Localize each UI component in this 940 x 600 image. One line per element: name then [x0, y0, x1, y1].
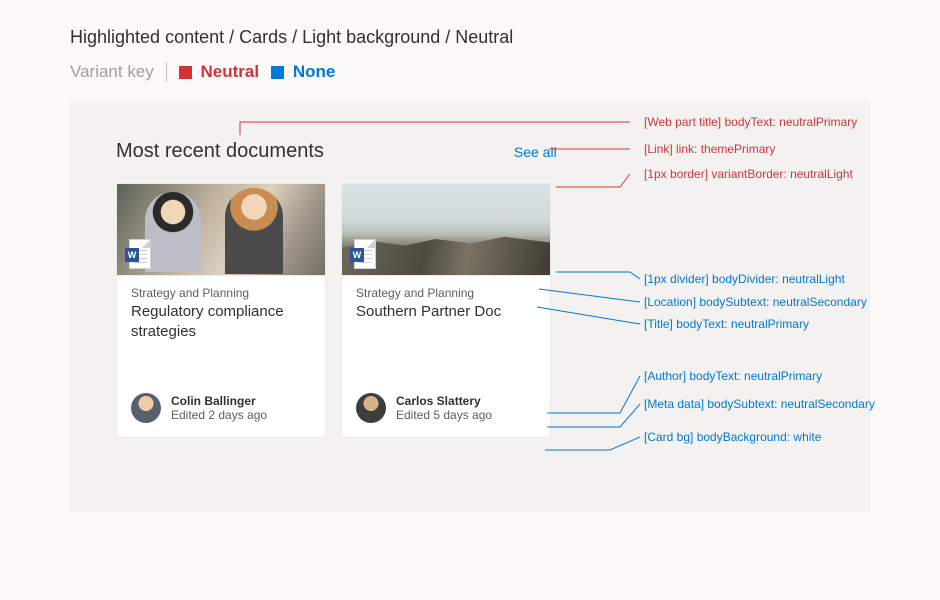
author-name: Carlos Slattery — [396, 394, 492, 408]
legend-none: None — [271, 62, 335, 82]
page-title: Highlighted content / Cards / Light back… — [0, 0, 940, 48]
card-meta: Edited 2 days ago — [171, 408, 267, 422]
author-block: Colin Ballinger Edited 2 days ago — [171, 394, 267, 422]
document-card[interactable]: W Strategy and Planning Southern Partner… — [341, 183, 551, 438]
legend-neutral-label: Neutral — [201, 62, 260, 81]
card-body: Strategy and Planning Southern Partner D… — [342, 276, 550, 393]
legend-neutral: Neutral — [179, 62, 259, 82]
card-title: Southern Partner Doc — [356, 302, 536, 322]
card-body: Strategy and Planning Regulatory complia… — [117, 276, 325, 393]
card-title: Regulatory compliance strategies — [131, 302, 311, 341]
variant-key: Variant key Neutral None — [0, 48, 940, 82]
author-name: Colin Ballinger — [171, 394, 267, 408]
see-all-link[interactable]: See all — [514, 144, 557, 160]
section-header: Most recent documents See all — [116, 140, 870, 163]
card-location: Strategy and Planning — [131, 286, 311, 300]
card-footer: Carlos Slattery Edited 5 days ago — [342, 393, 550, 437]
author-block: Carlos Slattery Edited 5 days ago — [396, 394, 492, 422]
document-card[interactable]: W Strategy and Planning Regulatory compl… — [116, 183, 326, 438]
section-title: Most recent documents — [116, 140, 324, 163]
card-grid: W Strategy and Planning Regulatory compl… — [116, 183, 870, 438]
photo-person-icon — [225, 188, 283, 274]
card-image: W — [342, 184, 550, 276]
photo-person-icon — [145, 192, 201, 272]
swatch-none-icon — [271, 66, 284, 79]
card-image: W — [117, 184, 325, 276]
callout-border: [1px border] variantBorder: neutralLight — [644, 167, 853, 181]
variant-key-divider — [166, 62, 167, 82]
avatar-icon — [131, 393, 161, 423]
card-footer: Colin Ballinger Edited 2 days ago — [117, 393, 325, 437]
preview-panel: Most recent documents See all W Strategy… — [70, 102, 870, 512]
variant-key-label: Variant key — [70, 62, 154, 82]
card-meta: Edited 5 days ago — [396, 408, 492, 422]
word-doc-icon: W — [125, 239, 151, 269]
word-doc-icon: W — [350, 239, 376, 269]
callout-webpart-title: [Web part title] bodyText: neutralPrimar… — [644, 115, 857, 129]
avatar-icon — [356, 393, 386, 423]
swatch-neutral-icon — [179, 66, 192, 79]
legend-none-label: None — [293, 62, 336, 81]
card-location: Strategy and Planning — [356, 286, 536, 300]
